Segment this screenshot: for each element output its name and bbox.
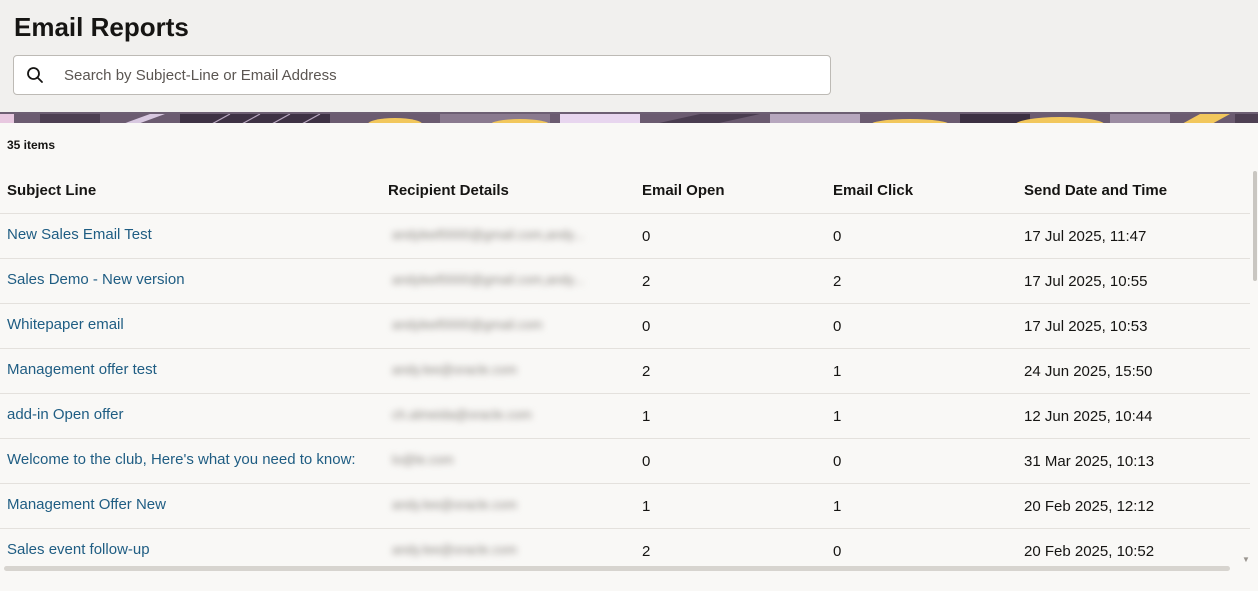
subject-link[interactable]: Whitepaper email — [7, 316, 124, 333]
send-date: 31 Mar 2025, 10:13 — [1024, 453, 1155, 470]
email-open-count: 2 — [642, 363, 651, 380]
subject-link[interactable]: Welcome to the club, Here's what you nee… — [7, 451, 356, 468]
recipient-details: andy.lee@oracle.com — [392, 497, 517, 512]
banner-pattern — [0, 113, 1258, 123]
subject-link[interactable]: Sales event follow-up — [7, 541, 150, 558]
subject-link[interactable]: Management Offer New — [7, 496, 166, 513]
column-header-recipient[interactable]: Recipient Details — [388, 182, 509, 199]
email-open-count: 2 — [642, 273, 651, 290]
subject-link[interactable]: New Sales Email Test — [7, 226, 152, 243]
table-row[interactable]: Management offer test andy.lee@oracle.co… — [0, 349, 1250, 394]
search-input[interactable] — [64, 56, 824, 94]
table-row[interactable]: Whitepaper email andyleef0000@gmail.com … — [0, 304, 1250, 349]
send-date: 17 Jul 2025, 10:53 — [1024, 318, 1148, 335]
horizontal-scrollbar[interactable] — [4, 566, 1230, 571]
email-click-count: 1 — [833, 363, 842, 380]
email-open-count: 2 — [642, 543, 651, 560]
send-date: 12 Jun 2025, 10:44 — [1024, 408, 1153, 425]
email-click-count: 0 — [833, 228, 842, 245]
column-header-subject[interactable]: Subject Line — [7, 182, 96, 199]
table-row[interactable]: New Sales Email Test andyleef0000@gmail.… — [0, 214, 1250, 259]
send-date: 17 Jul 2025, 10:55 — [1024, 273, 1148, 290]
email-click-count: 0 — [833, 318, 842, 335]
table-header: Subject Line Recipient Details Email Ope… — [0, 170, 1250, 214]
subject-link[interactable]: Sales Demo - New version — [7, 271, 185, 288]
send-date: 24 Jun 2025, 15:50 — [1024, 363, 1153, 380]
recipient-details: andyleef0000@gmail.com,andy... — [392, 272, 585, 287]
email-click-count: 0 — [833, 453, 842, 470]
page-header: Email Reports — [0, 0, 1258, 112]
table-row[interactable]: Sales Demo - New version andyleef0000@gm… — [0, 259, 1250, 304]
recipient-details: andy.lee@oracle.com — [392, 542, 517, 557]
recipient-details: ch.almeida@oracle.com — [392, 407, 532, 422]
table-row[interactable]: Management Offer New andy.lee@oracle.com… — [0, 484, 1250, 529]
recipient-details: lo@le.com — [392, 452, 454, 467]
search-icon — [27, 67, 43, 83]
recipient-details: andy.lee@oracle.com — [392, 362, 517, 377]
email-open-count: 0 — [642, 228, 651, 245]
column-header-email-click[interactable]: Email Click — [833, 182, 913, 199]
email-click-count: 0 — [833, 543, 842, 560]
table-row[interactable]: Welcome to the club, Here's what you nee… — [0, 439, 1250, 484]
scroll-down-arrow-icon[interactable]: ▼ — [1242, 555, 1250, 564]
email-open-count: 0 — [642, 453, 651, 470]
send-date: 17 Jul 2025, 11:47 — [1024, 228, 1147, 245]
column-header-send-date[interactable]: Send Date and Time — [1024, 182, 1167, 199]
subject-link[interactable]: add-in Open offer — [7, 406, 123, 423]
subject-link[interactable]: Management offer test — [7, 361, 157, 378]
table-row[interactable]: add-in Open offer ch.almeida@oracle.com … — [0, 394, 1250, 439]
send-date: 20 Feb 2025, 10:52 — [1024, 543, 1155, 560]
email-click-count: 1 — [833, 408, 842, 425]
results-panel: 35 items Subject Line Recipient Details … — [0, 123, 1258, 591]
search-box[interactable] — [13, 55, 831, 95]
vertical-scrollbar[interactable] — [1253, 171, 1257, 281]
email-click-count: 2 — [833, 273, 842, 290]
recipient-details: andyleef0000@gmail.com,andy... — [392, 227, 585, 242]
decorative-banner — [0, 112, 1258, 123]
email-open-count: 1 — [642, 498, 651, 515]
table-row[interactable]: Sales event follow-up andy.lee@oracle.co… — [0, 529, 1250, 565]
send-date: 20 Feb 2025, 12:12 — [1024, 498, 1155, 515]
email-open-count: 1 — [642, 408, 651, 425]
page-title: Email Reports — [14, 12, 189, 42]
email-open-count: 0 — [642, 318, 651, 335]
email-click-count: 1 — [833, 498, 842, 515]
recipient-details: andyleef0000@gmail.com — [392, 317, 543, 332]
column-header-email-open[interactable]: Email Open — [642, 182, 725, 199]
items-count: 35 items — [7, 138, 56, 152]
